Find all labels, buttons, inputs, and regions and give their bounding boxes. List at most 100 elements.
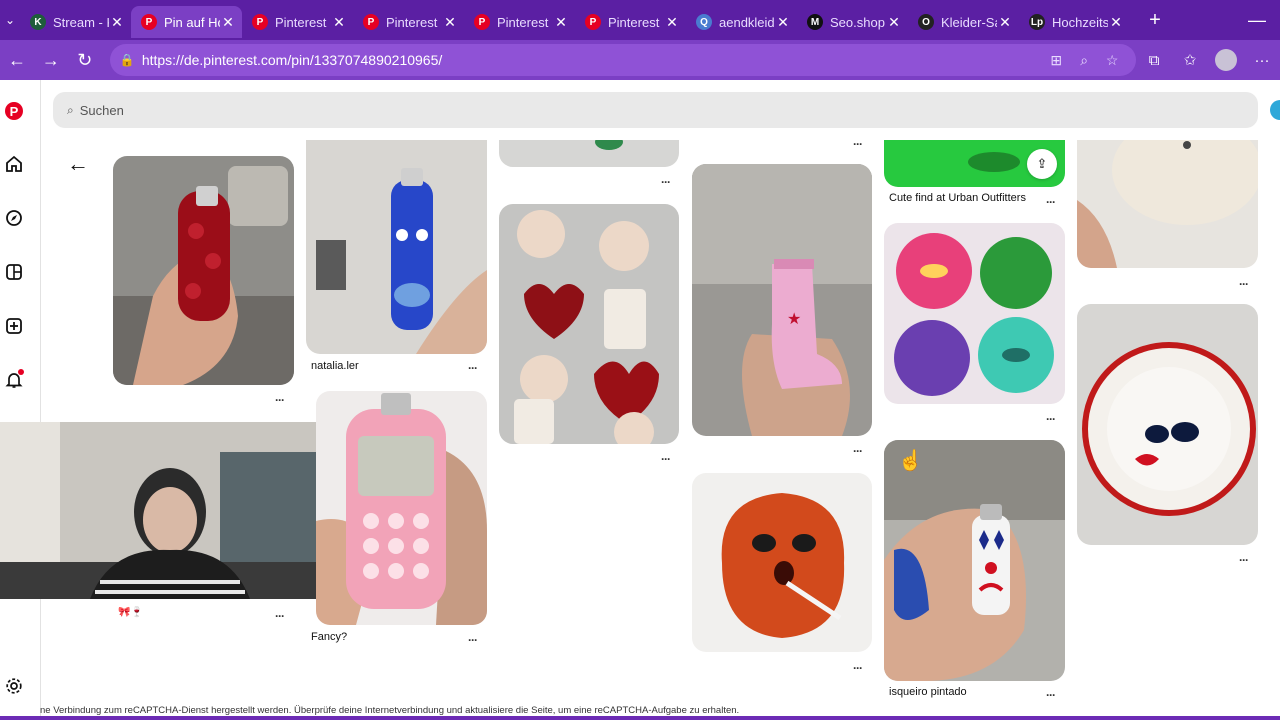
share-upload-icon[interactable]: ⇪ — [1027, 149, 1057, 179]
apps-icon[interactable]: ⊞ — [1042, 52, 1070, 69]
tab-favicon-icon: P — [141, 14, 157, 30]
tab-favicon-icon: K — [30, 14, 46, 30]
taskbar-edge — [0, 716, 1280, 720]
browser-tab[interactable]: Qaendkleid ✕ — [686, 6, 797, 38]
pin-clown-lighter[interactable] — [884, 440, 1065, 681]
browser-tab[interactable]: P Pinterest ✕ — [464, 6, 575, 38]
browser-tab[interactable]: Lp Hochzeits ✕ — [1019, 6, 1130, 38]
pin-blue-face-lighter[interactable] — [306, 140, 487, 354]
pin-more-options[interactable]: ··· — [853, 444, 863, 458]
pin-caption-emoji: 🎀🍷 — [118, 607, 143, 618]
pin-title: Fancy? — [311, 631, 348, 643]
close-tab-icon[interactable]: ✕ — [775, 14, 791, 31]
pin-red-lighter-hearts[interactable] — [113, 156, 294, 385]
browser-tab[interactable]: M Seo.shop. ✕ — [797, 6, 908, 38]
close-tab-icon[interactable]: ✕ — [220, 14, 236, 31]
tab-title: Stream - K — [53, 14, 109, 30]
pinterest-logo-icon: P — [5, 102, 23, 120]
tab-actions-menu[interactable]: ⌄ — [0, 13, 20, 27]
browser-tab[interactable]: P Pin auf Ho ✕ — [131, 6, 242, 38]
pin-colorful-face-dishes[interactable] — [884, 223, 1065, 404]
favorite-star-icon[interactable]: ☆ — [1098, 52, 1126, 69]
home-icon[interactable] — [3, 153, 25, 175]
webcam-overlay — [0, 422, 316, 599]
pin-cowboy-boot[interactable]: ★ — [692, 164, 872, 436]
profile-avatar[interactable] — [1215, 49, 1238, 71]
more-menu-icon[interactable]: ··· — [1244, 52, 1280, 69]
pin-more-options[interactable]: ··· — [1046, 412, 1056, 426]
pin-image — [113, 156, 294, 385]
new-tab-button[interactable]: + — [1138, 9, 1172, 32]
svg-text:★: ★ — [787, 309, 801, 328]
pin-heart-ashtrays[interactable] — [499, 204, 679, 444]
pin-more-options[interactable]: ··· — [853, 137, 863, 151]
pin-image — [1077, 140, 1258, 268]
minimize-window-button[interactable]: — — [1234, 10, 1280, 31]
tab-title: Pinterest — [386, 14, 438, 30]
pin-more-options[interactable]: ··· — [1046, 195, 1056, 209]
back-button[interactable]: ← — [0, 44, 34, 76]
pinterest-logo[interactable]: P — [3, 100, 25, 122]
create-plus-icon[interactable] — [3, 315, 25, 337]
zoom-icon[interactable]: ⌕ — [1070, 52, 1098, 69]
pin-more-options[interactable]: ··· — [1046, 688, 1056, 702]
forward-button[interactable]: → — [34, 44, 68, 76]
recaptcha-error-message: ne Verbindung zum reCAPTCHA-Dienst herge… — [40, 705, 740, 716]
browser-tab[interactable]: P Pinterest ✕ — [353, 6, 464, 38]
pin-cream-dish-hand[interactable] — [1077, 140, 1258, 268]
tab-favicon-icon: P — [363, 14, 379, 30]
browser-tab[interactable]: P Pinterest ✕ — [575, 6, 686, 38]
close-tab-icon[interactable]: ✕ — [331, 14, 347, 31]
pin-more-options[interactable]: ··· — [275, 609, 285, 623]
pin-more-options[interactable]: ··· — [853, 661, 863, 675]
pin-more-options[interactable]: ··· — [468, 361, 478, 375]
pin-more-options[interactable]: ··· — [661, 452, 671, 466]
pin-image — [692, 473, 872, 652]
url-field[interactable]: 🔒 https://de.pinterest.com/pin/133707489… — [109, 44, 1137, 76]
pin-image — [306, 140, 487, 354]
close-tab-icon[interactable]: ✕ — [553, 14, 569, 31]
pin-more-options[interactable]: ··· — [1239, 277, 1249, 291]
notifications-bell-icon[interactable] — [3, 369, 25, 391]
tab-title: Pinterest — [608, 14, 660, 30]
pinterest-sidebar: P — [0, 80, 41, 720]
mouse-cursor-icon: ☝ — [898, 450, 923, 472]
tab-title: Pinterest — [275, 14, 327, 30]
pin-image — [884, 440, 1065, 681]
close-tab-icon[interactable]: ✕ — [664, 14, 680, 31]
close-tab-icon[interactable]: ✕ — [109, 14, 125, 31]
extensions-icon[interactable]: ⧉ — [1136, 52, 1172, 69]
pin-orange-face-ashtray[interactable] — [692, 473, 872, 652]
close-tab-icon[interactable]: ✕ — [442, 14, 458, 31]
favorites-icon[interactable]: ✩ — [1172, 51, 1208, 69]
pin-more-options[interactable]: ··· — [1239, 553, 1249, 567]
close-tab-icon[interactable]: ✕ — [886, 14, 902, 31]
close-tab-icon[interactable]: ✕ — [1108, 14, 1124, 31]
tab-title: Hochzeits — [1052, 14, 1108, 30]
pin-more-options[interactable]: ··· — [468, 633, 478, 647]
browser-tab[interactable]: P Pinterest ✕ — [242, 6, 353, 38]
pin-title: natalia.ler — [311, 360, 359, 372]
pin-image: ★ — [692, 164, 872, 436]
browser-tab[interactable]: O Kleider-Sa ✕ — [908, 6, 1019, 38]
browser-tab[interactable]: K Stream - K ✕ — [20, 6, 131, 38]
tab-title: aendkleid — [719, 14, 775, 30]
pin-more-options[interactable]: ··· — [661, 175, 671, 189]
pin-lips-ashtray[interactable] — [1077, 304, 1258, 545]
back-arrow-button[interactable]: ← — [66, 152, 90, 176]
tab-strip: K Stream - K ✕ P Pin auf Ho ✕ P Pinterest ✕ P Pint… — [20, 2, 1130, 38]
settings-gear-icon[interactable] — [3, 675, 25, 697]
reload-button[interactable]: ↻ — [68, 44, 102, 76]
search-input[interactable]: ⌕ Suchen — [53, 92, 1258, 128]
explore-compass-icon[interactable] — [3, 207, 25, 229]
pin-pink-phone-lighter[interactable] — [316, 391, 487, 625]
pin-partial-top[interactable] — [499, 140, 679, 167]
search-placeholder: Suchen — [79, 102, 124, 118]
boards-icon[interactable] — [3, 261, 25, 283]
profile-avatar-partial[interactable] — [1270, 100, 1280, 120]
pin-more-options[interactable]: ··· — [275, 393, 285, 407]
close-tab-icon[interactable]: ✕ — [997, 14, 1013, 31]
pin-image — [884, 223, 1065, 404]
tab-favicon-icon: Lp — [1029, 14, 1045, 30]
tab-favicon-icon: P — [474, 14, 490, 30]
